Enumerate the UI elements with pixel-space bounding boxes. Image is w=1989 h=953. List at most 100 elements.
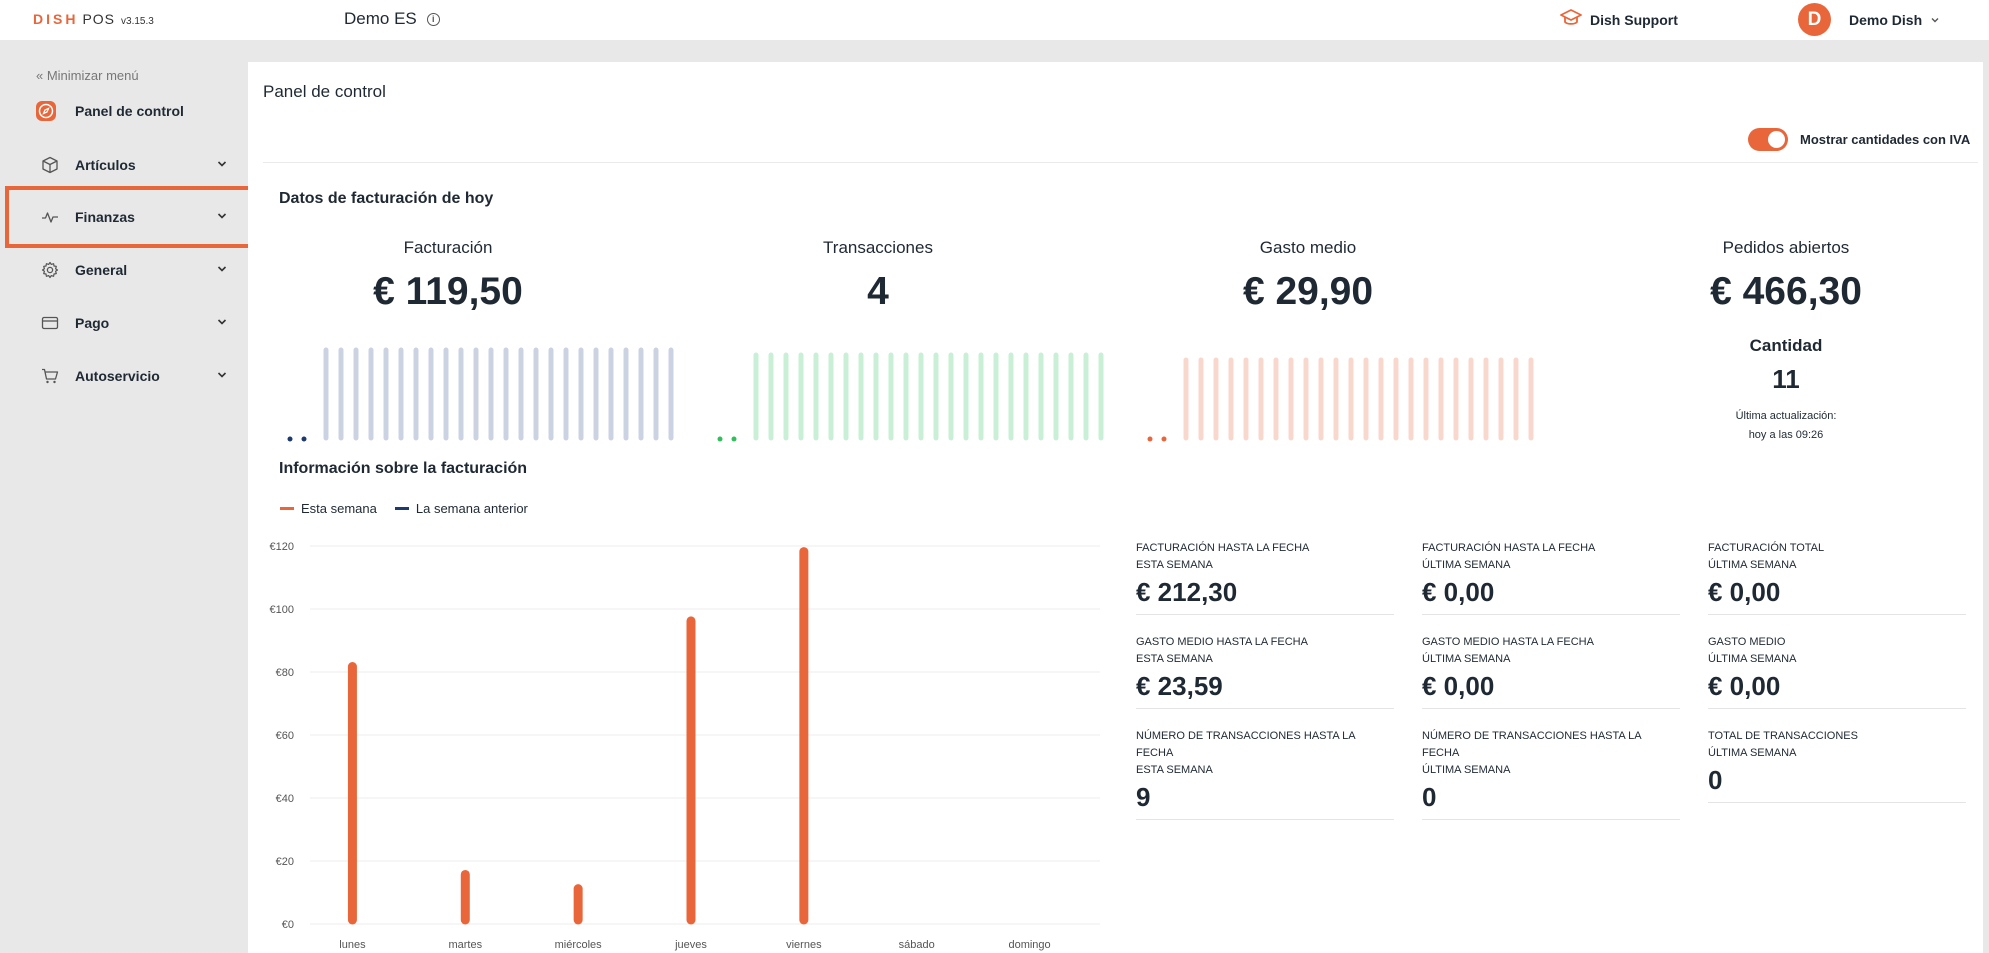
- legend-swatch-this-week: [280, 507, 294, 510]
- kpi-revenue: Facturación € 119,50: [278, 238, 618, 314]
- page-title: Panel de control: [263, 82, 386, 101]
- metric-underline: [1136, 819, 1394, 820]
- minimize-label: Minimizar menú: [46, 68, 139, 83]
- metric-transactions-this-week: NÚMERO DE TRANSACCIONES HASTA LA FECHA E…: [1136, 728, 1394, 820]
- cart-icon: [40, 366, 60, 386]
- metric-value: € 0,00: [1708, 577, 1781, 607]
- x-tick-label: miércoles: [555, 939, 603, 951]
- metric-transactions-last-week: NÚMERO DE TRANSACCIONES HASTA LA FECHA Ú…: [1422, 728, 1680, 820]
- spark-dot: [731, 436, 737, 442]
- open-orders-details: Cantidad 11 Última actualización: hoy a …: [1616, 336, 1956, 445]
- kpi-transactions: Transacciones 4: [708, 238, 1048, 314]
- revenue-sparkline: [278, 344, 678, 444]
- x-tick-label: jueves: [674, 939, 707, 951]
- metric-avg-this-week: GASTO MEDIO HASTA LA FECHA ESTA SEMANA €…: [1136, 634, 1394, 709]
- metric-value: 0: [1422, 782, 1437, 812]
- transactions-sparkline: [708, 344, 1108, 444]
- finanzas-highlight-box: [5, 186, 254, 248]
- metric-underline: [1422, 708, 1680, 709]
- metric-period: ESTA SEMANA: [1136, 559, 1213, 571]
- metric-label: FACTURACIÓN TOTAL: [1708, 542, 1825, 554]
- y-tick-label: €100: [270, 604, 294, 616]
- vat-toggle[interactable]: [1748, 128, 1788, 151]
- metric-period: ÚLTIMA SEMANA: [1422, 764, 1511, 776]
- metric-period: ESTA SEMANA: [1136, 653, 1213, 665]
- main-content: Panel de control Mostrar cantidades con …: [248, 62, 1983, 953]
- info-section-title: Información sobre la facturación: [279, 460, 528, 477]
- y-tick-label: €0: [282, 919, 294, 931]
- metric-value: 0: [1708, 765, 1723, 795]
- metric-label: FACTURACIÓN HASTA LA FECHA: [1422, 542, 1596, 554]
- metric-underline: [1708, 614, 1966, 615]
- minimize-menu-button[interactable]: « Minimizar menú: [36, 68, 139, 83]
- metric-avg-last-week: GASTO MEDIO HASTA LA FECHA ÚLTIMA SEMANA…: [1422, 634, 1680, 709]
- metric-underline: [1708, 708, 1966, 709]
- y-tick-label: €40: [276, 793, 294, 805]
- metric-underline: [1422, 614, 1680, 615]
- sidebar-item-label: General: [75, 262, 128, 278]
- y-tick-label: €120: [270, 541, 294, 553]
- kpi-open-orders: Pedidos abiertos € 466,30: [1616, 238, 1956, 314]
- transactions-sparkline-svg: [717, 352, 1104, 442]
- x-tick-label: domingo: [1008, 939, 1050, 951]
- sidebar-item-autoservicio[interactable]: Autoservicio: [6, 351, 246, 401]
- kpi-value: € 466,30: [1710, 270, 1862, 313]
- metric-avg-total-last-week: GASTO MEDIO ÚLTIMA SEMANA € 0,00: [1708, 634, 1966, 709]
- metric-underline: [1422, 819, 1680, 820]
- metric-period: ÚLTIMA SEMANA: [1422, 559, 1511, 571]
- card-icon: [40, 313, 60, 333]
- chevron-down-icon: [216, 368, 228, 386]
- avatar: D: [1798, 3, 1831, 36]
- kpi-title: Gasto medio: [1259, 238, 1357, 257]
- company-selector[interactable]: Demo ES i: [344, 9, 440, 29]
- metric-period: ÚLTIMA SEMANA: [1422, 653, 1511, 665]
- metric-label: TOTAL DE TRANSACCIONES: [1708, 730, 1858, 742]
- metric-revenue-last-week: FACTURACIÓN HASTA LA FECHA ÚLTIMA SEMANA…: [1422, 540, 1680, 615]
- metric-total-transactions-last-week: TOTAL DE TRANSACCIONES ÚLTIMA SEMANA 0: [1708, 728, 1966, 803]
- legend-swatch-last-week: [394, 507, 409, 510]
- chevron-down-icon: [216, 262, 228, 280]
- support-label: Dish Support: [1590, 11, 1678, 28]
- legend-label: Esta semana: [301, 501, 377, 516]
- metric-period: ESTA SEMANA: [1136, 764, 1213, 776]
- revenue-sparkline-svg: [287, 347, 674, 442]
- legend-item-last-week[interactable]: La semana anterior: [394, 501, 528, 516]
- x-tick-label: martes: [448, 939, 482, 951]
- spark-dot: [717, 436, 723, 442]
- user-name: Demo Dish: [1849, 11, 1923, 28]
- metric-value: € 0,00: [1422, 577, 1495, 607]
- dish-support-link[interactable]: Dish Support: [1560, 9, 1678, 30]
- last-updated: Última actualización: hoy a las 09:26: [1616, 407, 1956, 445]
- user-menu[interactable]: D Demo Dish: [1798, 3, 1940, 36]
- x-tick-label: viernes: [786, 939, 822, 951]
- sidebar-item-general[interactable]: General: [6, 245, 246, 295]
- metric-period: ÚLTIMA SEMANA: [1708, 747, 1797, 759]
- kpi-value: € 119,50: [373, 270, 523, 313]
- open-orders-count-label: Cantidad: [1749, 336, 1823, 355]
- y-tick-label: €80: [276, 667, 294, 679]
- revenue-bar-chart: €0 €20 €40 €60 €80 €100 €120 lunes martes miércol…: [270, 541, 1100, 951]
- sidebar-item-articulos[interactable]: Artículos: [6, 140, 246, 190]
- kpi-title: Transacciones: [823, 238, 933, 257]
- metric-value: 9: [1136, 782, 1151, 812]
- chevron-down-icon: [216, 157, 228, 175]
- legend-item-this-week[interactable]: Esta semana: [280, 501, 377, 516]
- today-section-title: Datos de facturación de hoy: [279, 190, 494, 207]
- average-spend-sparkline: [1138, 344, 1538, 444]
- sidebar-item-label: Autoservicio: [75, 368, 160, 384]
- kpi-average-spend: Gasto medio € 29,90: [1138, 238, 1478, 314]
- spark-dot: [1161, 436, 1167, 442]
- spark-dot: [1147, 436, 1153, 442]
- metric-label: FACTURACIÓN HASTA LA FECHA: [1136, 542, 1310, 554]
- metric-label: GASTO MEDIO HASTA LA FECHA: [1422, 636, 1594, 648]
- chevron-down-icon: [216, 315, 228, 333]
- logo-pos: POS: [82, 11, 116, 27]
- sidebar-item-panel-de-control[interactable]: Panel de control: [6, 86, 246, 136]
- dish-pos-logo[interactable]: DISH POS v3.15.3: [33, 11, 154, 27]
- metric-period: ÚLTIMA SEMANA: [1708, 653, 1797, 665]
- divider: [263, 162, 1978, 163]
- company-name: Demo ES: [344, 9, 417, 28]
- info-icon[interactable]: i: [426, 12, 440, 26]
- sidebar-item-pago[interactable]: Pago: [6, 298, 246, 348]
- sidebar-item-label: Panel de control: [75, 103, 184, 119]
